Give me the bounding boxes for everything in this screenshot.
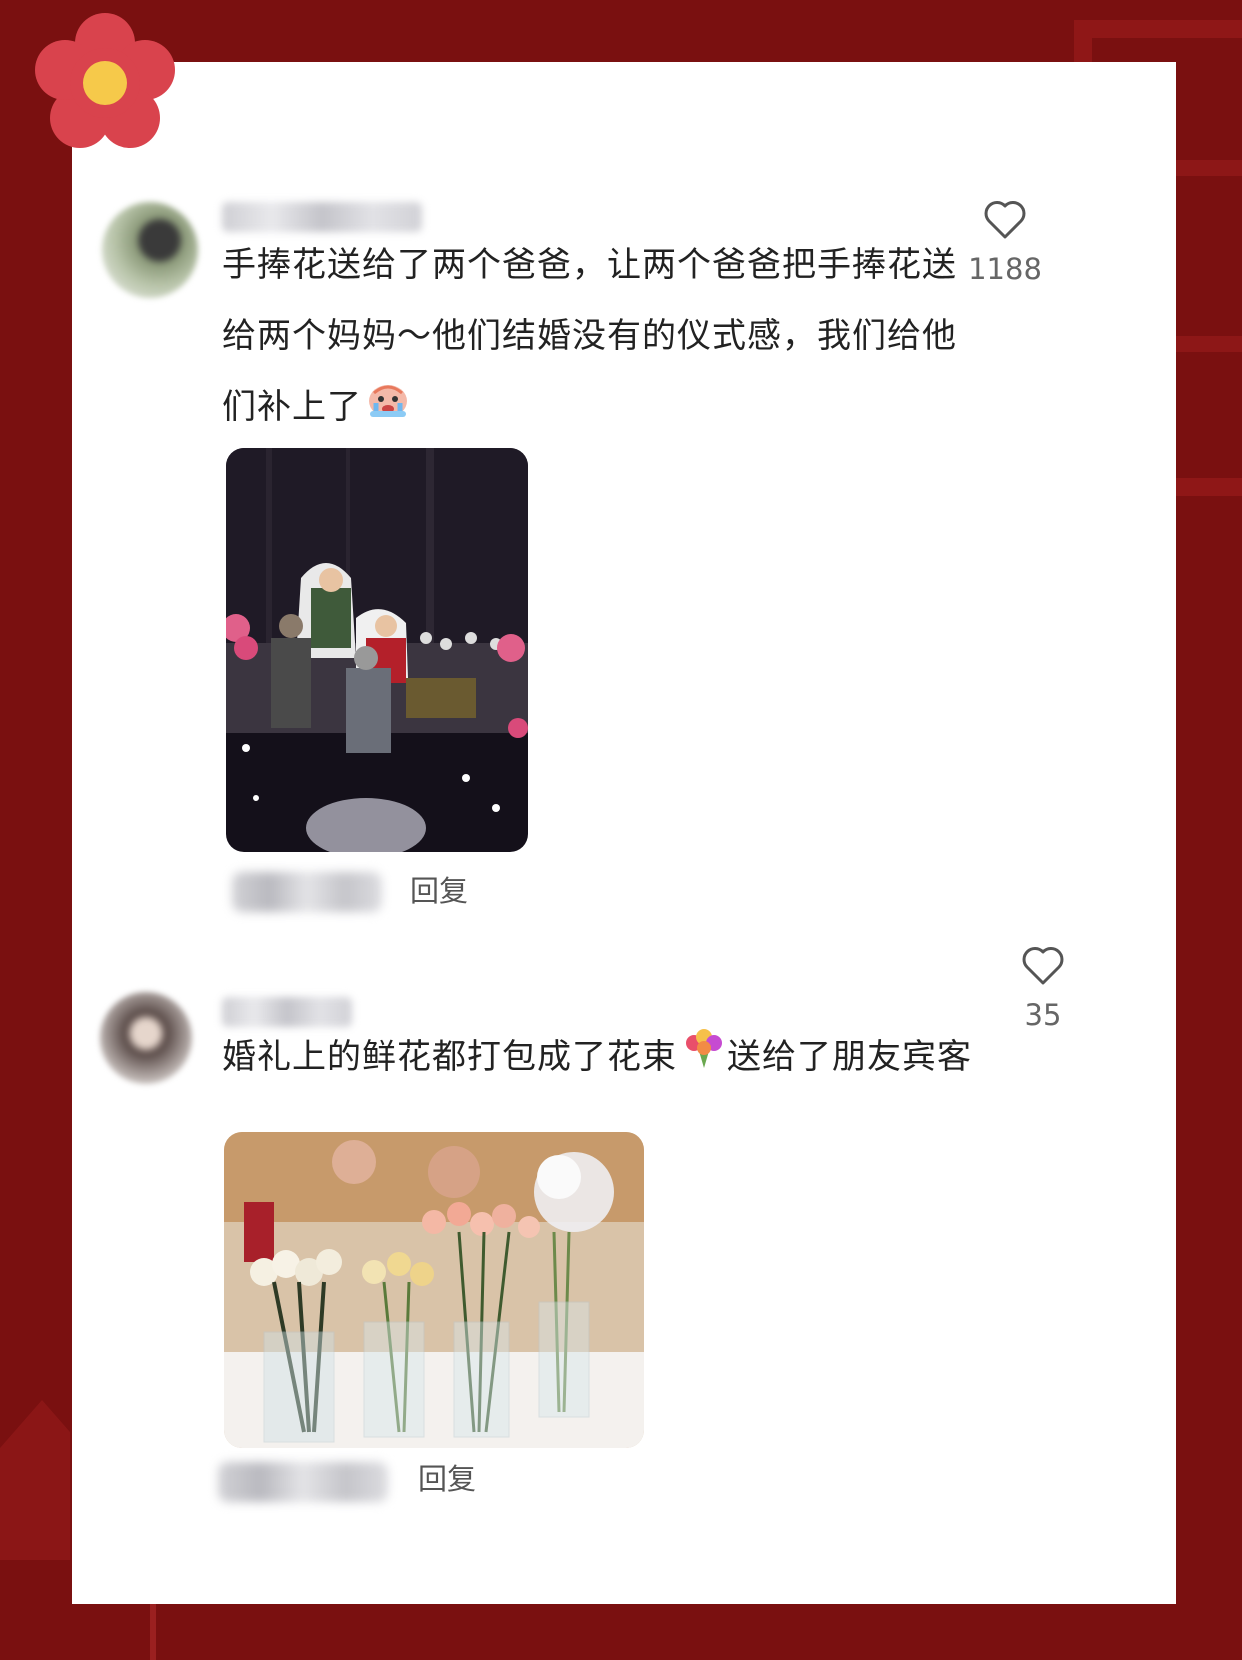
avatar[interactable] xyxy=(102,202,198,298)
comment-card: 手捧花送给了两个爸爸，让两个爸爸把手捧花送 给两个妈妈～他们结婚没有的仪式感，我… xyxy=(72,62,1176,1604)
timestamp-blurred xyxy=(218,1462,388,1502)
flower-decoration xyxy=(35,13,175,148)
background-line-decoration xyxy=(150,1600,156,1660)
avatar[interactable] xyxy=(100,992,192,1084)
username-blurred[interactable] xyxy=(222,202,422,232)
like-count: 35 xyxy=(1024,998,1062,1032)
heart-icon xyxy=(984,201,1026,239)
heart-icon xyxy=(1022,947,1064,985)
flower-vases-photo[interactable] xyxy=(224,1132,644,1448)
comment-text-segment: 婚礼上的鲜花都打包成了花束 xyxy=(222,1037,677,1077)
comment-text-line: 给两个妈妈～他们结婚没有的仪式感，我们给他 xyxy=(222,316,957,356)
bouquet-emoji xyxy=(681,1023,727,1094)
crying-face-emoji xyxy=(366,373,410,444)
background-left-decoration xyxy=(0,1400,70,1560)
like-count: 1188 xyxy=(968,252,1042,286)
like-button[interactable]: 35 xyxy=(998,946,1088,1032)
reply-button[interactable]: 回复 xyxy=(410,868,468,910)
wedding-ceremony-photo[interactable] xyxy=(226,448,528,852)
like-button[interactable]: 1188 xyxy=(960,200,1050,286)
comment-text-line: 们补上了 xyxy=(222,372,982,444)
timestamp-blurred xyxy=(232,872,382,912)
comment-text-segment: 送给了朋友宾客 xyxy=(727,1037,972,1077)
comment-text-line: 手捧花送给了两个爸爸，让两个爸爸把手捧花送 xyxy=(222,245,957,285)
comment-text: 婚礼上的鲜花都打包成了花束 送给了朋友宾客 xyxy=(222,1022,1042,1094)
reply-button[interactable]: 回复 xyxy=(418,1456,476,1498)
comment-text: 手捧花送给了两个爸爸，让两个爸爸把手捧花送 给两个妈妈～他们结婚没有的仪式感，我… xyxy=(222,230,982,444)
